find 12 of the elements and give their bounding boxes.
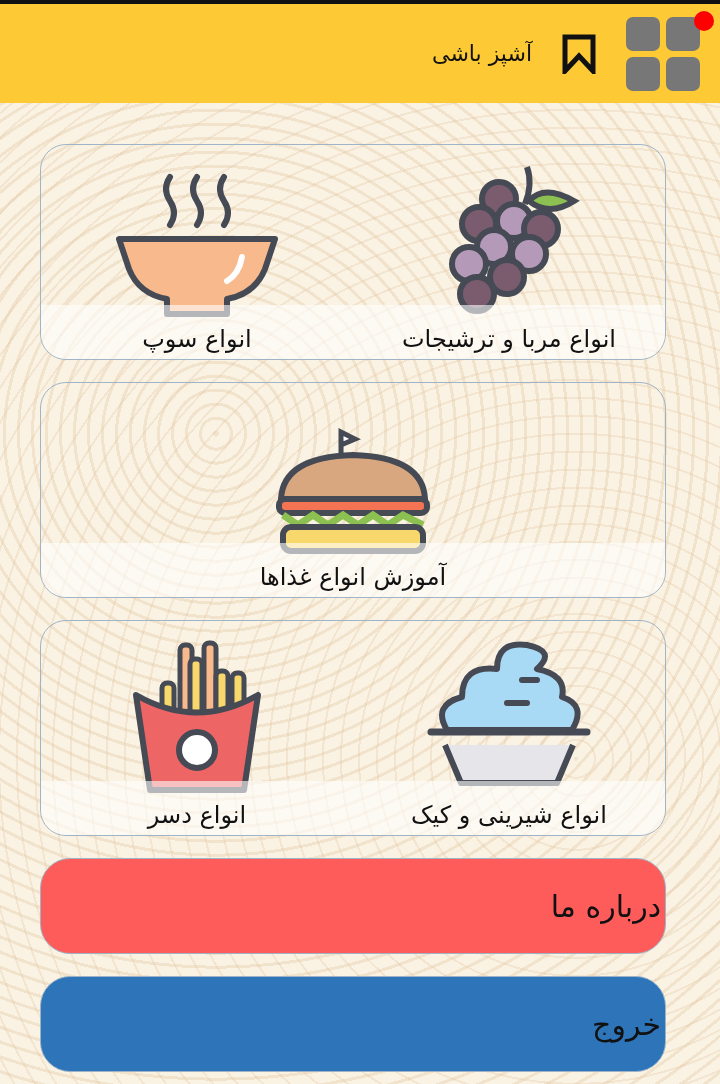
menu-button[interactable]	[626, 16, 700, 91]
category-tile[interactable]: انواع سوپ	[41, 145, 353, 359]
about-button[interactable]: درباره ما	[40, 858, 666, 954]
category-tile[interactable]: انواع دسر	[41, 621, 353, 835]
app-title: آشپز باشی	[432, 41, 532, 66]
category-tile[interactable]: انواع شیرینی و کیک	[353, 621, 665, 835]
bookmark-icon[interactable]	[562, 33, 596, 74]
burger-icon	[273, 427, 433, 557]
grid-icon	[626, 16, 700, 91]
exit-button[interactable]: خروج	[40, 976, 666, 1072]
category-tile[interactable]: آموزش انواع غذاها	[41, 383, 665, 597]
category-tile[interactable]: انواع مربا و ترشیجات	[353, 145, 665, 359]
